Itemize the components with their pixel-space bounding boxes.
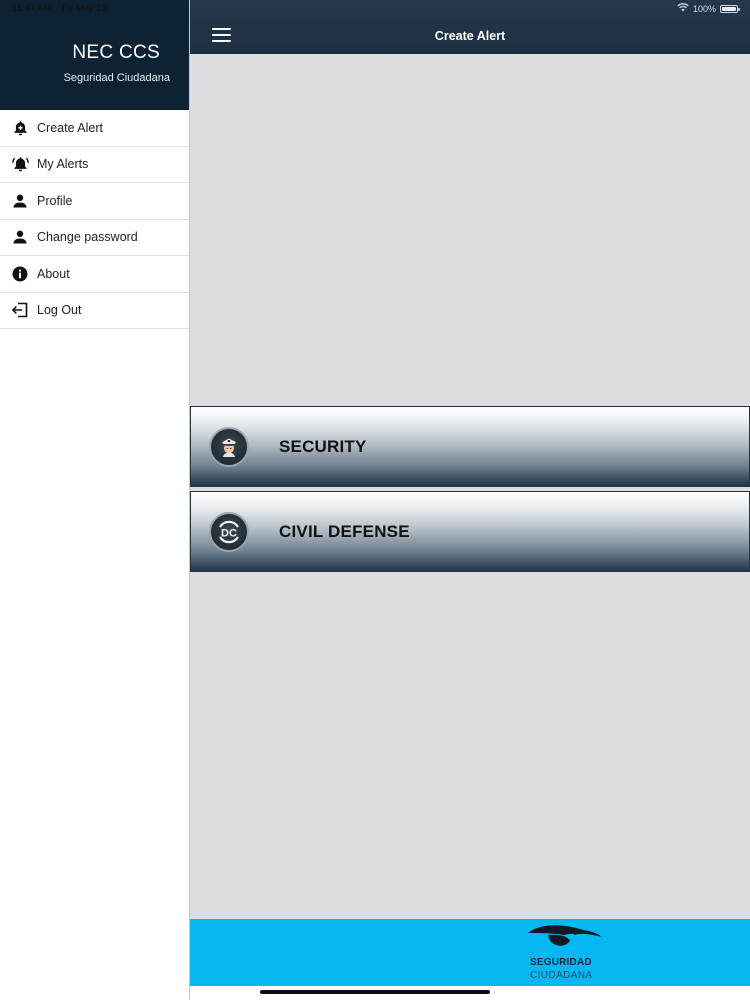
logo-text-ciudadana: CIUDADANA (530, 970, 593, 981)
app-title: NEC CCS (72, 42, 160, 63)
sidebar-item-label: Log Out (37, 303, 82, 318)
person-icon (11, 192, 29, 210)
security-alert-button[interactable]: SECURITY (190, 406, 750, 487)
sidebar-item-my-alerts[interactable]: My Alerts (0, 147, 189, 183)
status-bar: 11:47 AM Fri May 10 100% (0, 0, 750, 18)
sidebar-item-label: Create Alert (37, 120, 104, 135)
civil-defense-alert-button[interactable]: DC CIVIL DEFENSE (190, 491, 750, 572)
status-time: 11:47 AM (12, 3, 52, 14)
wifi-icon (677, 3, 689, 14)
sidebar-item-change-password[interactable]: Change password (0, 220, 189, 256)
ringing-bell-icon (11, 155, 29, 173)
person-icon (11, 228, 29, 246)
battery-icon (720, 4, 740, 13)
bell-plus-icon (11, 119, 29, 137)
sidebar-item-log-out[interactable]: Log Out (0, 293, 189, 329)
info-icon (11, 265, 29, 283)
status-date: Fri May 10 (62, 3, 107, 14)
alert-label: SECURITY (279, 437, 367, 456)
page-title: Create Alert (434, 29, 506, 43)
sidebar-item-about[interactable]: About (0, 256, 189, 293)
battery-percent: 100% (692, 3, 716, 14)
logo-text-seguridad: SEGURIDAD (530, 957, 592, 968)
sidebar-item-label: Profile (37, 193, 73, 208)
footer-banner: SEGURIDAD CIUDADANA (190, 919, 750, 986)
sidebar-item-label: About (37, 266, 70, 281)
app-subtitle: Seguridad Ciudadana (63, 72, 170, 84)
logout-icon (11, 301, 29, 319)
sidebar-item-label: My Alerts (37, 157, 89, 172)
svg-text:DC: DC (221, 528, 237, 540)
civil-defense-dc-icon: DC (209, 512, 249, 552)
sidebar: NEC CCS Seguridad Ciudadana Create Alert… (0, 0, 190, 1000)
sidebar-item-profile[interactable]: Profile (0, 183, 189, 220)
police-officer-icon (209, 427, 249, 467)
main-content: Create Alert SECURITY DC CIVIL DEFENSE S… (190, 0, 750, 1000)
sidebar-item-label: Change password (37, 230, 138, 245)
home-indicator[interactable] (260, 990, 490, 994)
alert-label: CIVIL DEFENSE (279, 522, 410, 541)
status-time-date: 11:47 AM Fri May 10 (12, 3, 107, 14)
sidebar-item-create-alert[interactable]: Create Alert (0, 110, 189, 147)
status-indicators: 100% (677, 3, 740, 14)
